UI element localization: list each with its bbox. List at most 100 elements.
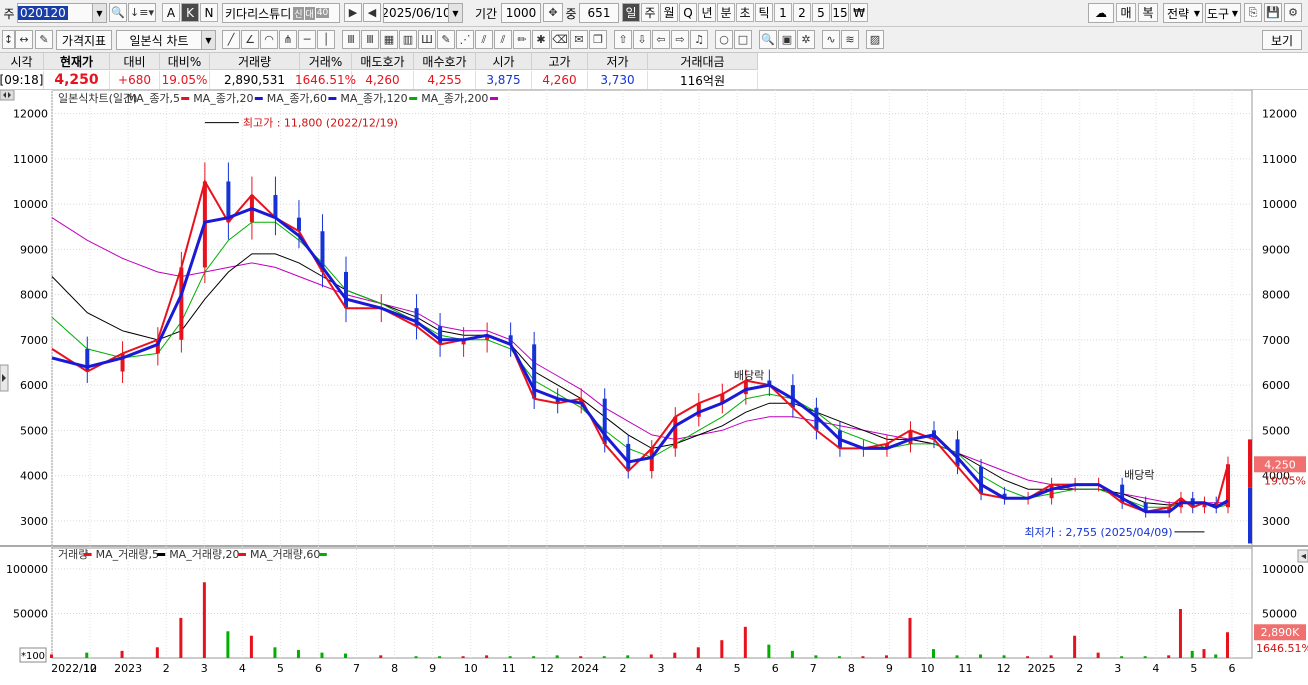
strategy-menu[interactable]: 전략 ▼ (1163, 3, 1203, 23)
edit-icon[interactable]: ✎ (35, 30, 53, 49)
period-btn-0[interactable]: 일 (622, 3, 640, 22)
period-btn-4[interactable]: 년 (698, 3, 716, 22)
down-icon[interactable]: ⇩ (633, 30, 651, 49)
vol-tick-left-1: 100000 (6, 563, 48, 576)
play-left-icon[interactable]: ◀ (363, 3, 381, 22)
sort-icon[interactable]: ↓≡▾ (128, 3, 156, 22)
period-btn-1[interactable]: 주 (641, 3, 659, 22)
square-icon[interactable]: □ (734, 30, 752, 49)
x-tick-10: 9 (429, 662, 436, 675)
copy-icon[interactable]: ❐ (589, 30, 607, 49)
magnifier-icon[interactable]: 🔍 (109, 3, 127, 22)
chevron-down-icon[interactable]: ▼ (92, 4, 106, 22)
date-picker[interactable]: 2025/06/10 ▼ (383, 3, 463, 23)
pen-icon[interactable]: ✎ (437, 30, 455, 49)
btn-n[interactable]: N (200, 3, 218, 22)
arc-icon[interactable]: ◠ (260, 30, 278, 49)
pencil-icon[interactable]: ✏ (513, 30, 531, 49)
quote-value-8: 3,875 (476, 71, 532, 89)
view-button[interactable]: 보기 (1262, 30, 1302, 50)
period-btn-7[interactable]: 틱 (755, 3, 773, 22)
price-chart[interactable]: 3000 30004000 40005000 50006000 60007000 7000… (0, 90, 1308, 685)
quote-header-5: 거래% (300, 53, 352, 70)
y-tick-right-8: 11000 (1262, 153, 1297, 166)
left-icon[interactable]: ⇦ (652, 30, 670, 49)
eraser-icon[interactable]: ⌫ (551, 30, 569, 49)
circle-icon[interactable]: ○ (715, 30, 733, 49)
grid1-icon[interactable]: Ⅲ (342, 30, 360, 49)
btn-bok[interactable]: 복 (1138, 3, 1158, 22)
badge-credit: 신 (293, 6, 304, 20)
x-tick-9: 8 (391, 662, 398, 675)
save-icon[interactable]: 💾 (1264, 3, 1282, 22)
quote-header-8: 시가 (476, 53, 532, 70)
zoom-icon[interactable]: 🔍 (759, 30, 777, 49)
wave-icon[interactable]: ∿ (822, 30, 840, 49)
up-icon[interactable]: ⇧ (614, 30, 632, 49)
ruler-icon[interactable]: ⫽ (494, 30, 512, 49)
btn-a[interactable]: A (162, 3, 180, 22)
arrow-left-right-icon[interactable]: ↔ (15, 30, 33, 49)
grid5-icon[interactable]: Ш (418, 30, 436, 49)
wave2-icon[interactable]: ≋ (841, 30, 859, 49)
price-legend-item-5: MA_종가,200 (421, 92, 488, 105)
x-tick-29: 4 (1152, 662, 1159, 675)
y-tick-left-9: 12000 (13, 108, 48, 121)
move-icon[interactable]: ✥ (543, 3, 563, 22)
period-btn-6[interactable]: 초 (736, 3, 754, 22)
chart-type-select[interactable]: 일본식 차트 ▼ (116, 30, 216, 50)
center-input[interactable]: 651 (579, 3, 619, 23)
tools-menu[interactable]: 도구 ▼ (1205, 3, 1241, 23)
stock-name-field[interactable]: 키다리스튜디 신 대 40 (222, 3, 340, 23)
settings-icon[interactable]: ⚙ (1284, 3, 1302, 22)
btn-k[interactable]: K (181, 3, 199, 22)
price-legend-swatch-3 (328, 97, 337, 100)
quote-value-11: 116억원 (648, 71, 758, 89)
grid3-icon[interactable]: ▦ (380, 30, 398, 49)
symbol-code: 020120 (18, 6, 68, 20)
channel-icon[interactable]: ⫽ (475, 30, 493, 49)
volume-bar-36 (955, 655, 959, 658)
magic-icon[interactable]: ✱ (532, 30, 550, 49)
line-icon[interactable]: ╱ (222, 30, 240, 49)
angle-icon[interactable]: ∠ (241, 30, 259, 49)
x-tick-26: 2025 (1028, 662, 1056, 675)
period-btn-8[interactable]: 1 (774, 3, 792, 22)
period-btn-12[interactable]: ₩ (850, 3, 868, 22)
right-icon[interactable]: ⇨ (671, 30, 689, 49)
period-btn-10[interactable]: 5 (812, 3, 830, 22)
indicator-button[interactable]: 가격지표 (56, 30, 112, 50)
volume-bar-6 (226, 631, 230, 658)
music-icon[interactable]: ♫ (690, 30, 708, 49)
play-right-icon[interactable]: ▶ (344, 3, 362, 22)
strategy-label: 전략 (1166, 6, 1190, 21)
grid2-icon[interactable]: Ⅲ (361, 30, 379, 49)
cloud-icon[interactable]: ☁ (1088, 3, 1114, 23)
export-icon[interactable]: ⎘ (1244, 3, 1262, 22)
box-icon[interactable]: ▣ (778, 30, 796, 49)
trend-icon[interactable]: ⋰ (456, 30, 474, 49)
symbol-input[interactable]: 020120 ▼ (17, 3, 107, 23)
vol-pct-label: 1646.51% (1256, 642, 1308, 655)
chart-icon[interactable]: ▨ (866, 30, 884, 49)
period-btn-11[interactable]: 15 (831, 3, 849, 22)
btn-mae[interactable]: 매 (1116, 3, 1136, 22)
quote-value-5: 1646.51% (294, 71, 357, 89)
vline-icon[interactable]: │ (317, 30, 335, 49)
volume-bar-45 (1167, 655, 1171, 658)
fan-icon[interactable]: ⋔ (279, 30, 297, 49)
period-btn-3[interactable]: Q (679, 3, 697, 22)
period-btn-5[interactable]: 분 (717, 3, 735, 22)
period-btn-2[interactable]: 월 (660, 3, 678, 22)
period-input[interactable]: 1000 (501, 3, 541, 23)
star-icon[interactable]: ✲ (797, 30, 815, 49)
chevron-down-icon[interactable]: ▼ (448, 4, 462, 22)
arrow-up-down-icon[interactable]: ↕ (2, 30, 15, 49)
hline-icon[interactable]: ─ (298, 30, 316, 49)
x-tick-3: 2 (163, 662, 170, 675)
note-icon[interactable]: ✉ (570, 30, 588, 49)
period-btn-9[interactable]: 2 (793, 3, 811, 22)
grid4-icon[interactable]: ▥ (399, 30, 417, 49)
x-tick-19: 6 (772, 662, 779, 675)
chevron-down-icon[interactable]: ▼ (201, 31, 215, 49)
